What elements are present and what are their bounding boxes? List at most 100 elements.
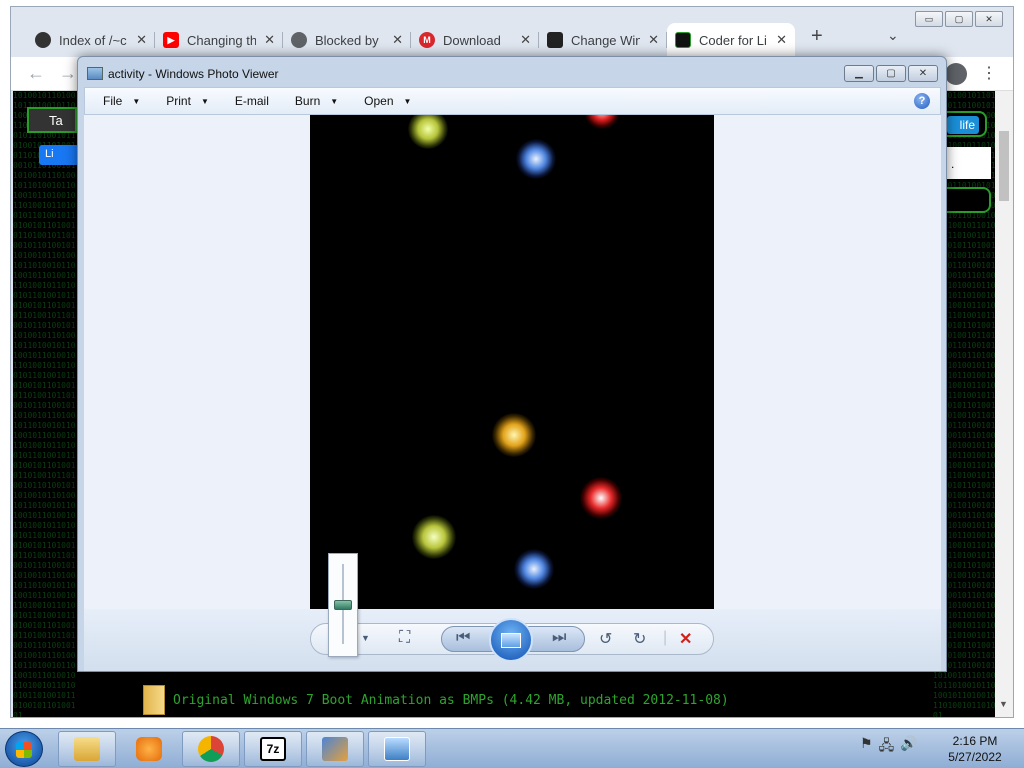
page-scrollbar[interactable]: ▼ [995,91,1013,717]
window-icon [322,737,348,761]
taskbar-windows-explorer[interactable] [306,731,364,767]
tab-active[interactable]: Coder for Li ✕ [667,23,795,57]
volume-icon[interactable]: 🔊 [900,735,917,759]
dropdown-arrow-icon: ▼ [403,96,412,106]
photo-canvas [84,115,941,609]
tab[interactable]: M Download ✕ [411,23,539,57]
window-title: activity - Windows Photo Viewer [108,67,279,81]
next-icon[interactable]: ⏭ [552,629,566,647]
delete-icon[interactable]: ✕ [679,629,692,649]
7zip-icon: 7z [260,737,286,761]
actual-size-icon[interactable]: ⛶ [399,629,410,647]
profile-avatar[interactable] [945,63,967,85]
tab-search-chevron-icon[interactable]: ⌄ [887,27,899,44]
menu-burn[interactable]: Burn ▼ [295,94,338,108]
menu-label: Print [166,94,191,108]
viewer-window-controls: ▁ ▢ ✕ [844,65,938,82]
start-button[interactable] [5,731,43,767]
site-icon [547,32,563,48]
facebook-like-button[interactable]: Li [39,145,79,165]
tab-title: Blocked by [315,32,379,48]
close-tab-icon[interactable]: ✕ [648,32,659,48]
taskbar-7zip[interactable]: 7z [244,731,302,767]
rotate-left-icon[interactable]: ↺ [599,629,612,649]
zoom-thumb[interactable] [334,600,352,610]
tab-title: Changing th [187,32,257,48]
rotate-right-icon[interactable]: ↻ [633,629,646,649]
menu-label: E-mail [234,94,269,108]
tab[interactable]: Change Win ✕ [539,23,667,57]
dropdown-arrow-icon: ▼ [200,96,209,106]
menu-print[interactable]: Print ▼ [166,94,209,108]
network-icon[interactable]: 🖧 [879,735,895,759]
dropdown-arrow-icon: ▼ [132,96,141,106]
glow-light [516,139,556,179]
youtube-icon: ▶ [163,32,179,48]
download-link[interactable]: Original Windows 7 Boot Animation as BMP… [143,685,729,715]
taskbar-media-player[interactable] [120,731,178,767]
divider: | [663,629,668,646]
page-right-button-label: life [947,116,979,134]
glow-light [580,477,622,519]
scroll-down-arrow-icon[interactable]: ▼ [999,699,1008,709]
tab-title: Change Win [571,32,641,48]
new-tab-button[interactable]: + [811,25,823,48]
tab[interactable]: Index of /~c ✕ [27,23,155,57]
close-tab-icon[interactable]: ✕ [392,32,403,48]
maximize-button[interactable]: ▢ [876,65,906,82]
minimize-button[interactable]: ▁ [844,65,874,82]
tab-strip: Index of /~c ✕ ▶ Changing th ✕ Blocked b… [27,23,795,57]
site-icon [675,32,691,48]
photo-viewer-icon [87,67,103,80]
glow-light [412,515,456,559]
close-tab-icon[interactable]: ✕ [136,32,147,48]
taskbar-photo-viewer[interactable] [368,731,426,767]
menu-label: Burn [294,94,321,108]
clock[interactable]: 2:16 PM 5/27/2022 [940,733,1010,765]
close-tab-icon[interactable]: ✕ [264,32,275,48]
clock-date: 5/27/2022 [948,750,1002,764]
slideshow-button[interactable] [489,618,533,662]
window-controls: ▭ ▢ ✕ [915,11,1003,27]
controls-pill: ▼ ⛶ ⏮ ⏭ ↺ ↻ | ✕ [310,618,714,662]
menu-open[interactable]: Open ▼ [364,94,411,108]
maximize-button[interactable]: ▢ [945,11,973,27]
scrollbar-thumb[interactable] [999,131,1009,201]
photo-viewer-window: activity - Windows Photo Viewer ▁ ▢ ✕ Fi… [77,56,947,672]
mega-icon: M [419,32,435,48]
chrome-icon [198,736,224,762]
tab[interactable]: Blocked by ✕ [283,23,411,57]
forward-arrow-icon[interactable]: → [59,63,77,84]
minimize-button[interactable]: ▭ [915,11,943,27]
close-tab-icon[interactable]: ✕ [520,32,531,48]
action-center-icon[interactable]: ⚑ [860,735,873,759]
page-button[interactable]: Ta [27,107,77,133]
menu-dots-icon[interactable]: ⋮ [981,63,997,83]
back-arrow-icon[interactable]: ← [27,63,45,84]
taskbar-explorer[interactable] [58,731,116,767]
close-button[interactable]: ✕ [975,11,1003,27]
menu-email[interactable]: E-mail [235,94,269,108]
menu-file[interactable]: File ▼ [103,94,140,108]
photo-image [310,115,714,609]
media-player-icon [136,737,162,761]
photo-viewer-icon [384,737,410,761]
tab[interactable]: ▶ Changing th ✕ [155,23,283,57]
taskbar-chrome[interactable] [182,731,240,767]
close-button[interactable]: ✕ [908,65,938,82]
glow-light [514,549,554,589]
close-tab-icon[interactable]: ✕ [776,32,787,48]
zoom-slider[interactable] [328,553,358,657]
page-right-button[interactable]: life [947,111,987,137]
clock-time: 2:16 PM [952,734,998,748]
menu-label: File [103,94,123,108]
help-icon[interactable]: ? [914,93,930,109]
page-right-bar[interactable] [947,187,991,213]
glow-light [492,413,536,457]
system-tray: ⚑ 🖧 🔊 [860,735,918,759]
tab-title: Index of /~c [59,32,127,48]
previous-icon[interactable]: ⏮ [456,629,470,647]
tab-title: Download [443,32,501,48]
zoom-dropdown-arrow-icon[interactable]: ▼ [361,633,370,643]
viewer-control-bar: ▼ ⛶ ⏮ ⏭ ↺ ↻ | ✕ [84,609,941,671]
